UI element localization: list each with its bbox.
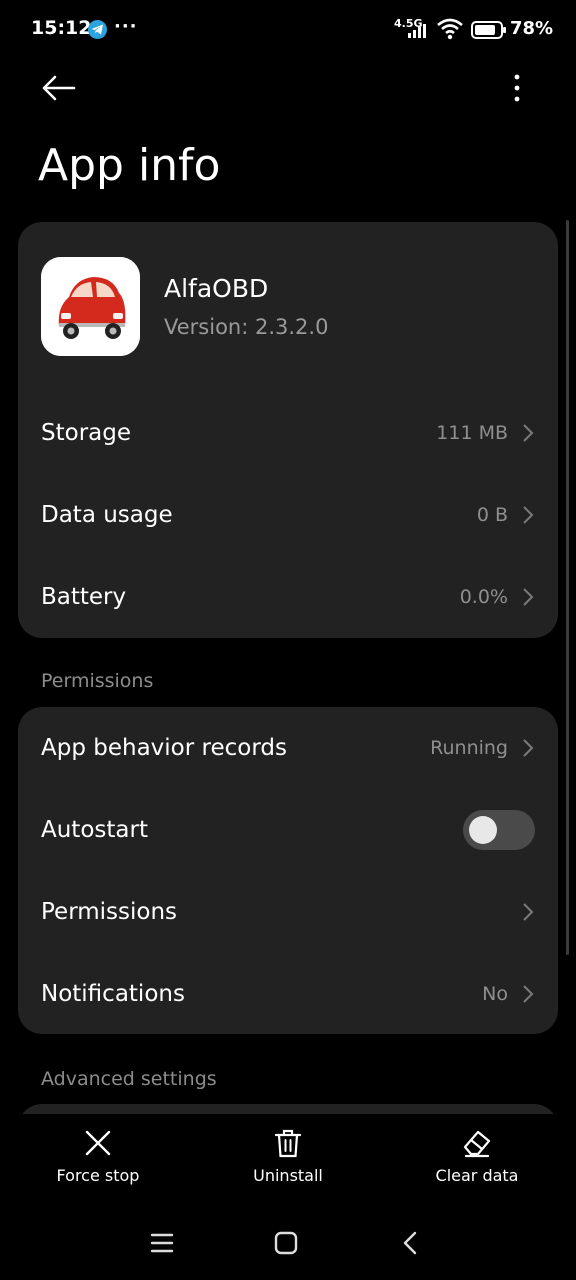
app-name: AlfaOBD xyxy=(164,274,269,303)
chevron-right-icon xyxy=(523,985,534,1003)
page-title: App info xyxy=(38,140,221,191)
storage-label: Storage xyxy=(41,420,131,446)
app-behavior-records-value: Running xyxy=(430,737,508,759)
uninstall-label: Uninstall xyxy=(253,1166,323,1185)
more-notifications-icon: ··· xyxy=(114,16,138,37)
notifications-row[interactable]: Notifications No xyxy=(18,959,558,1029)
app-behavior-records-label: App behavior records xyxy=(41,735,287,761)
system-nav-bar xyxy=(0,1204,576,1280)
recents-button[interactable] xyxy=(147,1230,177,1256)
data-usage-label: Data usage xyxy=(41,502,173,528)
app-behavior-records-row[interactable]: App behavior records Running xyxy=(18,713,558,783)
app-icon xyxy=(41,257,140,356)
autostart-row: Autostart xyxy=(18,795,558,865)
bottom-action-bar: Force stop Uninstall Clear data xyxy=(0,1114,576,1204)
toggle-knob xyxy=(469,816,497,844)
clear-data-button[interactable]: Clear data xyxy=(412,1114,542,1204)
force-stop-button[interactable]: Force stop xyxy=(33,1114,163,1204)
notifications-label: Notifications xyxy=(41,981,185,1007)
status-bar: 15:12 ··· 4.5G 78% xyxy=(0,0,576,62)
more-vert-icon xyxy=(514,74,520,102)
uninstall-button[interactable]: Uninstall xyxy=(223,1114,353,1204)
notifications-value: No xyxy=(482,983,508,1005)
chevron-left-icon xyxy=(403,1231,417,1255)
autostart-label: Autostart xyxy=(41,817,148,843)
battery-label: Battery xyxy=(41,584,127,610)
eraser-icon xyxy=(463,1130,491,1158)
chevron-right-icon xyxy=(523,588,534,606)
battery-row[interactable]: Battery 0.0% xyxy=(18,562,558,632)
battery-icon xyxy=(471,21,506,39)
force-stop-label: Force stop xyxy=(56,1166,140,1185)
app-version: Version: 2.3.2.0 xyxy=(164,315,329,339)
close-icon xyxy=(85,1130,111,1156)
menu-icon xyxy=(150,1233,174,1253)
permissions-section-title: Permissions xyxy=(41,670,154,692)
back-button[interactable] xyxy=(38,70,80,106)
trash-icon xyxy=(274,1129,302,1158)
battery-percent: 78% xyxy=(510,18,554,39)
chevron-right-icon xyxy=(523,424,534,442)
clear-data-label: Clear data xyxy=(435,1166,519,1185)
home-button[interactable] xyxy=(271,1230,301,1256)
advanced-settings-section-title: Advanced settings xyxy=(41,1068,217,1090)
permissions-label: Permissions xyxy=(41,899,178,925)
signal-icon xyxy=(408,24,426,38)
chevron-right-icon xyxy=(523,739,534,757)
permissions-row[interactable]: Permissions xyxy=(18,877,558,947)
nav-back-button[interactable] xyxy=(396,1230,426,1256)
status-time: 15:12 xyxy=(31,17,92,39)
chevron-right-icon xyxy=(523,506,534,524)
wifi-icon xyxy=(437,18,463,40)
autostart-toggle[interactable] xyxy=(463,810,535,850)
data-usage-value: 0 B xyxy=(476,504,508,526)
storage-value: 111 MB xyxy=(436,422,508,444)
home-square-icon xyxy=(274,1231,298,1255)
app-summary-card: AlfaOBD Version: 2.3.2.0 Storage 111 MB … xyxy=(18,222,558,638)
permissions-card: App behavior records Running Autostart P… xyxy=(18,707,558,1034)
telegram-icon xyxy=(88,20,107,39)
battery-value: 0.0% xyxy=(459,586,508,608)
scrollbar[interactable] xyxy=(566,220,569,955)
overflow-menu-button[interactable] xyxy=(505,70,529,106)
chevron-right-icon xyxy=(523,903,534,921)
data-usage-row[interactable]: Data usage 0 B xyxy=(18,480,558,550)
storage-row[interactable]: Storage 111 MB xyxy=(18,398,558,468)
back-arrow-icon xyxy=(42,75,76,101)
